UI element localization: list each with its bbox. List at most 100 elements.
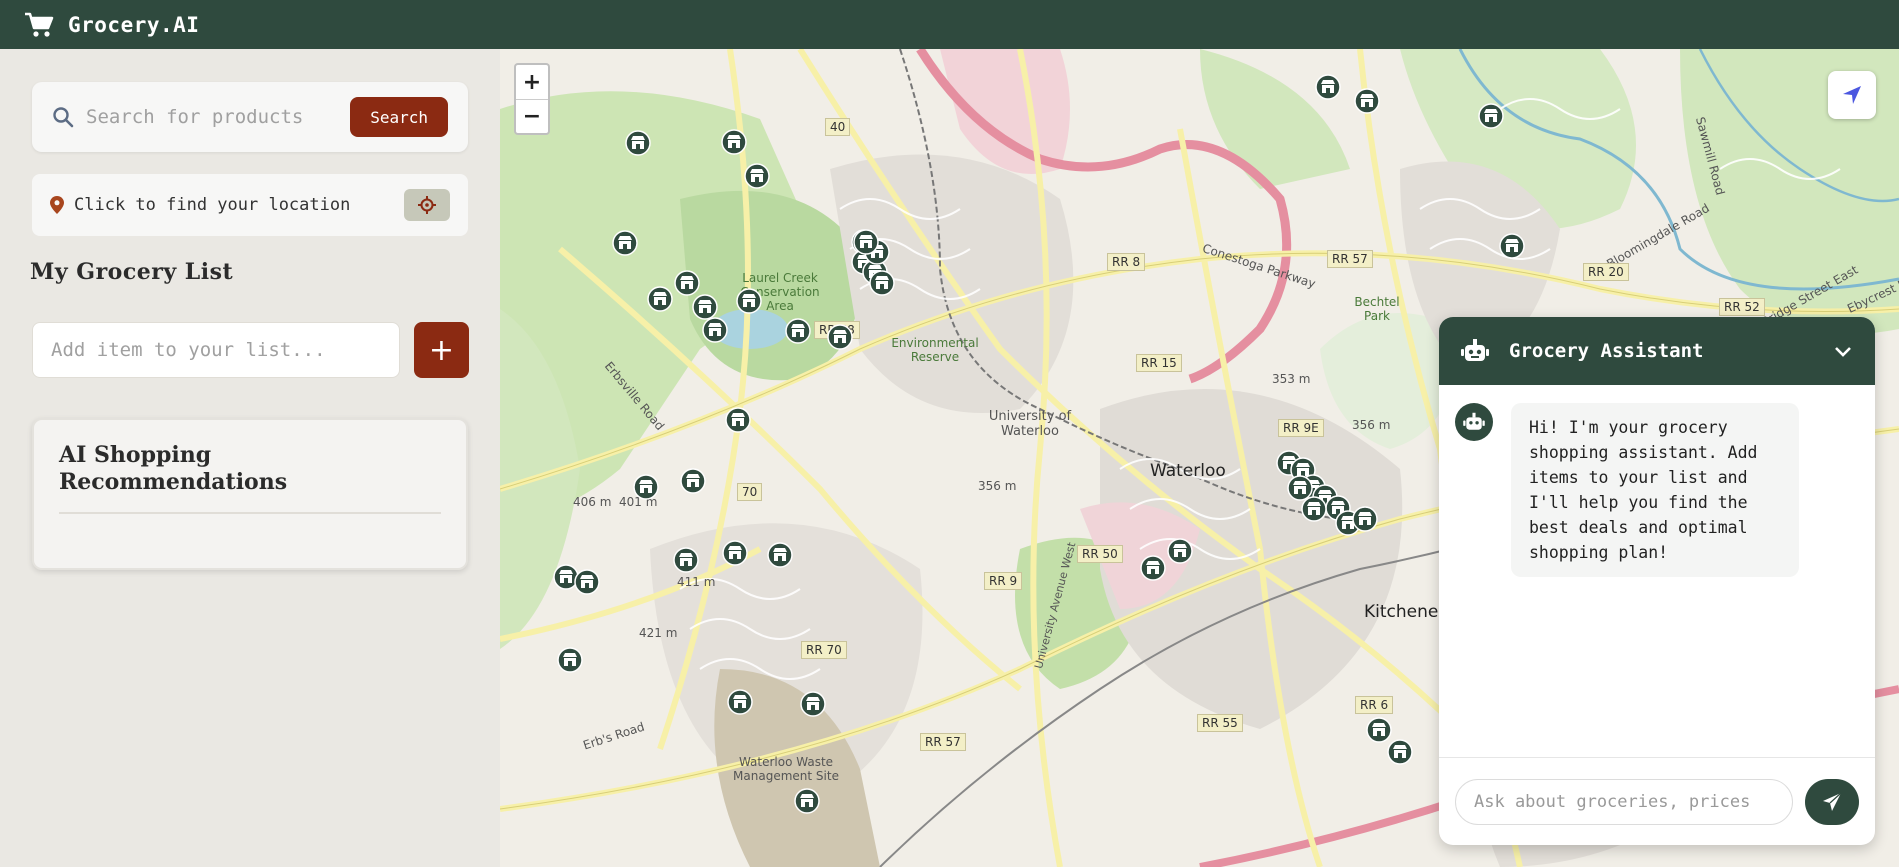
store-marker[interactable] xyxy=(727,689,753,715)
store-marker[interactable] xyxy=(702,317,728,343)
store-icon xyxy=(767,542,793,568)
store-marker[interactable] xyxy=(721,129,747,155)
store-marker[interactable] xyxy=(744,163,770,189)
robot-icon xyxy=(1463,412,1485,430)
store-icon xyxy=(625,130,651,156)
search-input[interactable] xyxy=(86,106,351,128)
assistant-message-text: Hi! I'm your grocery shopping assistant.… xyxy=(1511,403,1799,577)
location-label: Click to find your location xyxy=(74,195,351,215)
store-marker[interactable] xyxy=(647,286,673,312)
store-marker[interactable] xyxy=(722,540,748,566)
location-bar[interactable]: Click to find your location xyxy=(32,174,468,236)
app-title: Grocery.AI xyxy=(68,12,200,37)
chat-header[interactable]: Grocery Assistant xyxy=(1439,317,1875,385)
find-location-button[interactable] xyxy=(404,189,450,221)
store-icon xyxy=(721,129,747,155)
store-marker[interactable] xyxy=(674,270,700,296)
cart-icon xyxy=(24,10,56,40)
elevation-label: 353 m xyxy=(1272,372,1311,386)
elevation-label: 421 m xyxy=(639,626,678,640)
store-marker[interactable] xyxy=(736,288,762,314)
store-marker[interactable] xyxy=(827,324,853,350)
store-icon xyxy=(827,324,853,350)
road-badge: RR 57 xyxy=(920,733,966,751)
road-badge: RR 15 xyxy=(1136,354,1182,372)
road-badge: RR 8 xyxy=(1107,253,1146,271)
chat-input-bar xyxy=(1439,757,1875,845)
store-icon xyxy=(736,288,762,314)
road-badge: RR 9 xyxy=(984,572,1023,590)
store-marker[interactable] xyxy=(1315,74,1341,100)
store-icon xyxy=(557,647,583,673)
road-badge: RR 52 xyxy=(1719,298,1765,316)
store-icon xyxy=(674,270,700,296)
store-icon xyxy=(612,230,638,256)
elevation-label: 406 m xyxy=(573,495,612,509)
store-marker[interactable] xyxy=(1499,233,1525,259)
store-icon xyxy=(1352,506,1378,532)
map-label-waterloo: Waterloo xyxy=(1150,461,1226,481)
store-marker[interactable] xyxy=(725,407,751,433)
map-label-env-reserve: Environmental Reserve xyxy=(891,336,979,364)
store-marker[interactable] xyxy=(794,788,820,814)
store-marker[interactable] xyxy=(869,270,895,296)
store-marker[interactable] xyxy=(680,468,706,494)
store-icon xyxy=(633,474,659,500)
store-icon xyxy=(574,569,600,595)
send-button[interactable] xyxy=(1805,778,1859,825)
chevron-down-icon[interactable] xyxy=(1833,344,1853,358)
search-icon xyxy=(52,106,74,128)
zoom-in-button[interactable]: + xyxy=(516,65,548,99)
road-badge: 70 xyxy=(737,483,763,501)
store-marker[interactable] xyxy=(1301,496,1327,522)
road-badge: RR 6 xyxy=(1355,696,1394,714)
store-icon xyxy=(680,468,706,494)
store-icon xyxy=(727,689,753,715)
store-marker[interactable] xyxy=(853,229,879,255)
zoom-out-button[interactable]: − xyxy=(516,99,548,133)
store-marker[interactable] xyxy=(1478,103,1504,129)
store-marker[interactable] xyxy=(1354,88,1380,114)
store-icon xyxy=(800,691,826,717)
chat-title: Grocery Assistant xyxy=(1509,340,1704,362)
elevation-label: 356 m xyxy=(978,479,1017,493)
store-marker[interactable] xyxy=(574,569,600,595)
store-marker[interactable] xyxy=(612,230,638,256)
store-marker[interactable] xyxy=(767,542,793,568)
store-marker[interactable] xyxy=(1366,717,1392,743)
store-icon xyxy=(1315,74,1341,100)
store-icon xyxy=(647,286,673,312)
road-badge: 40 xyxy=(825,118,851,136)
road-badge: RR 50 xyxy=(1077,545,1123,563)
add-item-input[interactable] xyxy=(32,322,400,378)
add-item-button[interactable]: + xyxy=(414,322,469,378)
store-marker[interactable] xyxy=(557,647,583,673)
store-marker[interactable] xyxy=(625,130,651,156)
store-icon xyxy=(853,229,879,255)
map-label-bechtel: Bechtel Park xyxy=(1354,295,1400,323)
recommendations-card: AI Shopping Recommendations xyxy=(32,418,468,570)
store-icon xyxy=(869,270,895,296)
recommendations-divider xyxy=(59,512,441,514)
store-marker[interactable] xyxy=(1167,538,1193,564)
road-badge: RR 57 xyxy=(1327,250,1373,268)
grocery-list-title: My Grocery List xyxy=(30,259,234,285)
locate-me-button[interactable] xyxy=(1828,71,1876,119)
store-icon xyxy=(1366,717,1392,743)
chat-message: Hi! I'm your grocery shopping assistant.… xyxy=(1439,385,1875,595)
store-icon xyxy=(1354,88,1380,114)
store-marker[interactable] xyxy=(800,691,826,717)
map-label-kitchener: Kitchener xyxy=(1364,602,1446,622)
road-badge: RR 9E xyxy=(1278,419,1324,437)
search-bar: Search xyxy=(32,82,468,152)
road-badge: RR 70 xyxy=(801,641,847,659)
store-marker[interactable] xyxy=(1352,506,1378,532)
store-marker[interactable] xyxy=(633,474,659,500)
store-icon xyxy=(744,163,770,189)
store-marker[interactable] xyxy=(785,318,811,344)
store-marker[interactable] xyxy=(1140,555,1166,581)
road-badge: RR 20 xyxy=(1583,263,1629,281)
chat-input[interactable] xyxy=(1455,778,1793,825)
search-button[interactable]: Search xyxy=(350,97,448,137)
store-marker[interactable] xyxy=(673,547,699,573)
